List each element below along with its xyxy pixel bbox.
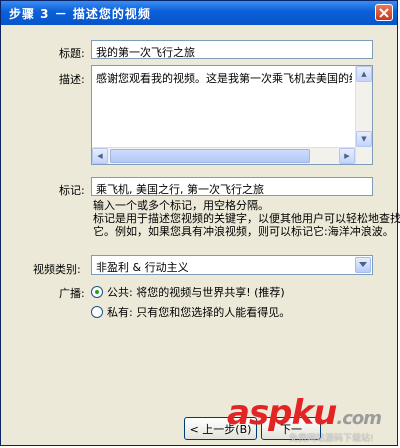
category-dropdown-button[interactable] <box>355 257 371 273</box>
tags-hint-line: 输入一个或多个标记，用空格分隔。 <box>93 199 269 212</box>
tags-input[interactable]: 乘飞机, 美国之行, 第一次飞行之旅 <box>91 177 373 196</box>
radio-public[interactable] <box>91 286 103 298</box>
arrow-right-icon: ▶ <box>344 152 350 160</box>
title-label: 标题: <box>59 47 85 60</box>
description-vertical-scrollbar[interactable]: ▲ ▼ <box>355 66 372 164</box>
category-label: 视频类别: <box>33 263 81 276</box>
category-select[interactable]: 非盈利 & 行动主义 <box>91 255 373 275</box>
radio-private[interactable] <box>91 306 103 318</box>
aspku-watermark: aspku.com <box>227 393 382 433</box>
description-textarea[interactable]: 感谢您观看我的视频。这是我第一次乘飞机去美国的经历。1 ▲ ▼ ◀ ▶ <box>91 65 373 165</box>
description-horizontal-scrollbar[interactable]: ◀ ▶ <box>92 147 355 164</box>
category-selected-value: 非盈利 & 行动主义 <box>96 261 189 274</box>
scroll-right-button[interactable]: ▶ <box>339 148 355 164</box>
arrow-up-icon: ▲ <box>361 70 367 78</box>
title-bar[interactable]: 步骤 3 － 描述您的视频 <box>1 1 397 25</box>
arrow-left-icon: ◀ <box>97 152 103 160</box>
description-text: 感谢您观看我的视频。这是我第一次乘飞机去美国的经历。1 <box>96 72 352 85</box>
tags-hint-line: 标记是用于描述您视频的关键字，以便其他用户可以轻松地查找到 <box>93 212 400 225</box>
arrow-down-icon: ▼ <box>361 135 367 143</box>
broadcast-private-option[interactable]: 私有: 只有您和您选择的人能看得见。 <box>91 304 290 320</box>
scroll-left-button[interactable]: ◀ <box>92 148 108 164</box>
broadcast-label: 广播: <box>59 287 85 300</box>
chevron-down-icon <box>359 262 367 267</box>
broadcast-private-label: 私有: 只有您和您选择的人能看得见。 <box>107 306 291 319</box>
broadcast-public-option[interactable]: 公共: 将您的视频与世界共享! (推荐) <box>91 284 285 300</box>
scroll-up-button[interactable]: ▲ <box>356 66 372 82</box>
watermark-brand-left: asp <box>227 393 293 433</box>
close-icon <box>379 7 389 18</box>
watermark-brand-right: ku <box>291 393 338 433</box>
title-input[interactable]: 我的第一次飞行之旅 <box>91 40 373 59</box>
broadcast-public-label: 公共: 将您的视频与世界共享! (推荐) <box>107 286 285 299</box>
description-label: 描述: <box>59 73 85 86</box>
watermark-domain: .com <box>336 408 382 429</box>
watermark-subtitle: 免费网站源码下载站! <box>289 434 374 444</box>
tags-hint-line: 它。例如，如果您具有冲浪视频，则可以标记它:海洋冲浪波。 <box>93 225 394 238</box>
tags-label: 标记: <box>59 184 85 197</box>
window-title: 步骤 3 － 描述您的视频 <box>9 7 151 21</box>
wizard-dialog: 步骤 3 － 描述您的视频 标题: 我的第一次飞行之旅 描述: 感谢您观看我的视… <box>0 0 400 446</box>
horizontal-scroll-thumb[interactable] <box>110 149 310 163</box>
close-button[interactable] <box>375 4 393 21</box>
scroll-down-button[interactable]: ▼ <box>356 131 372 147</box>
tags-hint: 输入一个或多个标记，用空格分隔。 标记是用于描述您视频的关键字，以便其他用户可以… <box>93 199 400 238</box>
